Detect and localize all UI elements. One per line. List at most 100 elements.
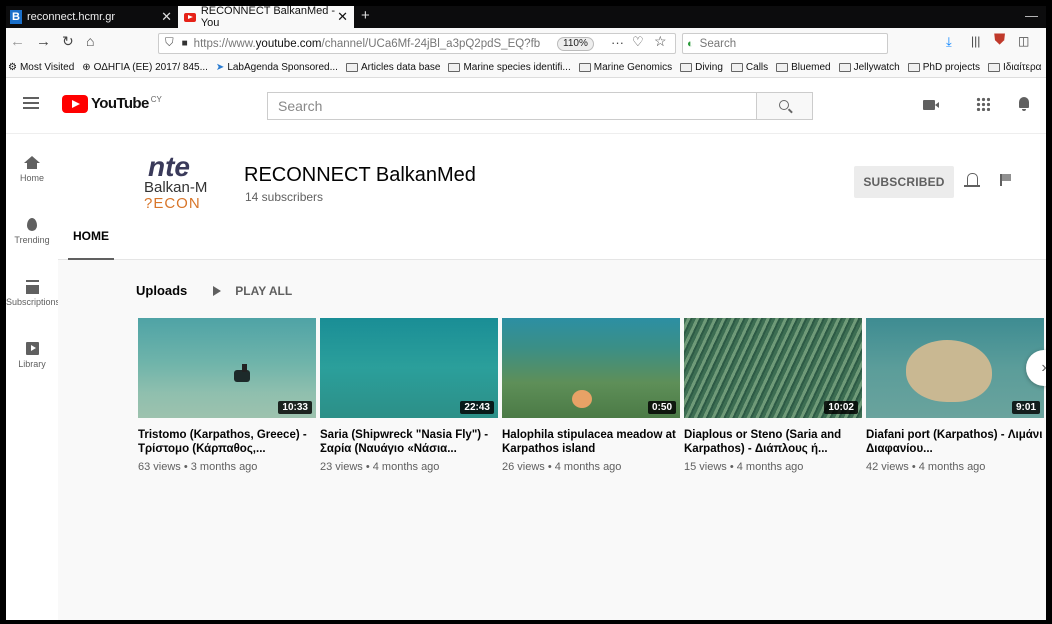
subscribed-button[interactable]: SUBSCRIBED	[854, 166, 954, 198]
search-button[interactable]	[757, 92, 813, 120]
play-icon	[213, 285, 222, 296]
guide-item-home[interactable]: Home	[6, 156, 58, 183]
search-engine-icon: ◐	[687, 37, 694, 50]
create-video-icon[interactable]	[923, 100, 939, 110]
bookmark-star-icon[interactable]: ☆	[654, 33, 667, 50]
url-path: /channel/UCa6Mf-24jBl_a3pQ2pdS_EQ?fb	[321, 37, 541, 50]
channel-header: nte Balkan-M ?ECON RECONNECT BalkanMed 1…	[58, 134, 1046, 260]
uploads-title[interactable]: Uploads	[136, 283, 187, 298]
home-button-icon[interactable]: ⌂	[86, 33, 94, 49]
bookmark-label: ΟΔΗΓΙΑ (ΕΕ) 2017/ 845...	[93, 62, 208, 73]
video-title[interactable]: Diafani port (Karpathos) - Λιμάνι Διαφαν…	[866, 428, 1044, 456]
download-icon[interactable]: ⤓	[946, 34, 952, 50]
bookmark-directive[interactable]: ⊕ ΟΔΗΓΙΑ (ΕΕ) 2017/ 845...	[82, 62, 208, 73]
video-title[interactable]: Saria (Shipwreck "Nasia Fly") - Σαρία (Ν…	[320, 428, 498, 456]
youtube-masthead: YouTube CY Search	[6, 78, 1046, 134]
reload-icon[interactable]: ↻	[62, 33, 74, 50]
notifications-icon[interactable]	[1018, 97, 1030, 111]
search-placeholder: Search	[699, 37, 737, 50]
video-card[interactable]: 10:33 Tristomo (Karpathos, Greece) - Τρί…	[138, 318, 316, 473]
bookmark-most-visited[interactable]: ⚙ Most Visited	[8, 62, 74, 73]
tab-home[interactable]: HOME	[68, 229, 114, 260]
bookmark-folder-phd-projects[interactable]: PhD projects	[907, 62, 980, 73]
close-tab-icon[interactable]: ✕	[337, 9, 348, 25]
video-duration: 9:01	[1011, 401, 1040, 414]
notification-bell-icon[interactable]	[964, 173, 980, 187]
nav-bar: ← → ↻ ⌂ ⛉ ■ https://www. youtube.com/chan…	[6, 28, 1046, 58]
video-title[interactable]: Halophila stipulacea meadow at Karpathos…	[502, 428, 680, 456]
channel-avatar[interactable]: nte Balkan-M ?ECON	[144, 154, 226, 218]
tab-youtube[interactable]: RECONNECT BalkanMed - You ✕	[178, 6, 354, 29]
apps-grid-icon[interactable]	[976, 97, 990, 111]
pocket-icon[interactable]: ♡	[632, 34, 644, 50]
video-card[interactable]: 0:50 Halophila stipulacea meadow at Karp…	[502, 318, 680, 473]
bookmark-folder-bluemed[interactable]: Bluemed	[776, 62, 831, 73]
guide-item-subscriptions[interactable]: Subscriptions	[6, 280, 61, 307]
video-thumbnail[interactable]: 10:33	[138, 318, 316, 418]
zoom-badge[interactable]: 110%	[557, 37, 594, 51]
youtube-favicon-icon	[184, 12, 196, 22]
browser-search-input[interactable]: ◐ Search	[682, 33, 888, 54]
video-thumbnail[interactable]: 22:43	[320, 318, 498, 418]
bookmark-folder-calls[interactable]: Calls	[730, 62, 769, 73]
folder-icon	[988, 63, 1000, 72]
tab-reconnect[interactable]: B reconnect.hcmr.gr ✕	[6, 6, 178, 28]
browser-window: B reconnect.hcmr.gr ✕ RECONNECT BalkanMe…	[6, 6, 1046, 620]
video-thumbnail[interactable]: 9:01	[866, 318, 1044, 418]
library-toolbar-icon[interactable]: |||	[971, 34, 980, 48]
bookmark-label: Bluemed	[791, 62, 831, 73]
play-all-button[interactable]: PLAY ALL	[213, 284, 292, 298]
video-thumbnail[interactable]: 0:50	[502, 318, 680, 418]
youtube-search-input[interactable]: Search	[267, 92, 757, 120]
page-actions-icon[interactable]: ···	[611, 35, 624, 50]
video-title[interactable]: Tristomo (Karpathos, Greece) - Τρίστομο …	[138, 428, 316, 456]
bookmark-folder-jellywatch[interactable]: Jellywatch	[838, 62, 900, 73]
bookmark-folder-personal[interactable]: Ιδιαίτερα	[988, 62, 1041, 73]
flag-icon[interactable]	[1000, 174, 1012, 186]
bookmark-folder-marine-species[interactable]: Marine species identifi...	[448, 62, 571, 73]
video-duration: 10:33	[278, 401, 312, 414]
bookmark-folder-marine-genomics[interactable]: Marine Genomics	[578, 62, 672, 73]
forward-icon[interactable]: →	[36, 33, 51, 50]
folder-icon	[448, 63, 461, 72]
guide-label: Library	[18, 359, 46, 369]
bookmark-label: Most Visited	[19, 62, 75, 73]
sidebar-toggle-icon[interactable]: ◫	[1018, 34, 1029, 48]
youtube-play-logo-icon	[62, 95, 88, 113]
guide-item-library[interactable]: Library	[6, 342, 58, 369]
guide-label: Trending	[14, 235, 50, 245]
subscriptions-icon	[25, 280, 39, 294]
bookmark-folder-articles[interactable]: Articles data base	[345, 62, 441, 73]
video-duration: 0:50	[647, 401, 676, 414]
ublock-icon[interactable]: ⛊	[994, 31, 1005, 48]
video-card[interactable]: 9:01 Diafani port (Karpathos) - Λιμάνι Δ…	[866, 318, 1044, 473]
guide-label: Home	[19, 173, 44, 183]
menu-icon[interactable]	[23, 97, 39, 109]
video-meta: 23 views • 4 months ago	[320, 461, 440, 473]
guide-sidebar: Home Trending Subscriptions Library	[6, 134, 61, 620]
tab-title: RECONNECT BalkanMed - You	[200, 6, 336, 29]
close-tab-icon[interactable]: ✕	[161, 9, 172, 25]
guide-label: Subscriptions	[6, 297, 61, 307]
video-card[interactable]: 22:43 Saria (Shipwreck "Nasia Fly") - Σα…	[320, 318, 498, 473]
search-icon	[779, 100, 789, 110]
new-tab-icon[interactable]: +	[361, 7, 370, 24]
bookmark-labagenda[interactable]: ➤ LabAgenda Sponsored...	[216, 62, 338, 73]
bookmark-label: Jellywatch	[853, 62, 900, 73]
video-thumbnail[interactable]: 10:02	[684, 318, 862, 418]
logo-country: CY	[150, 95, 162, 104]
url-bar[interactable]: ⛉ ■ https://www. youtube.com/channel/UCa6…	[158, 33, 676, 54]
avatar-logo-text: ?ECON	[144, 195, 201, 212]
bookmark-folder-diving[interactable]: Diving	[680, 62, 723, 73]
youtube-logo[interactable]: YouTube CY	[62, 95, 162, 113]
rock-shape	[906, 340, 992, 402]
video-title[interactable]: Diaplous or Steno (Saria and Karpathos) …	[684, 428, 862, 456]
back-icon[interactable]: ←	[10, 33, 25, 50]
minimize-icon[interactable]: —	[1025, 8, 1038, 23]
video-card[interactable]: 10:02 Diaplous or Steno (Saria and Karpa…	[684, 318, 862, 473]
bird-icon: ➤	[215, 62, 225, 73]
folder-icon	[907, 63, 920, 72]
bookmark-label: Articles data base	[360, 62, 441, 73]
guide-item-trending[interactable]: Trending	[6, 218, 58, 245]
bookmark-label: Calls	[745, 62, 769, 73]
